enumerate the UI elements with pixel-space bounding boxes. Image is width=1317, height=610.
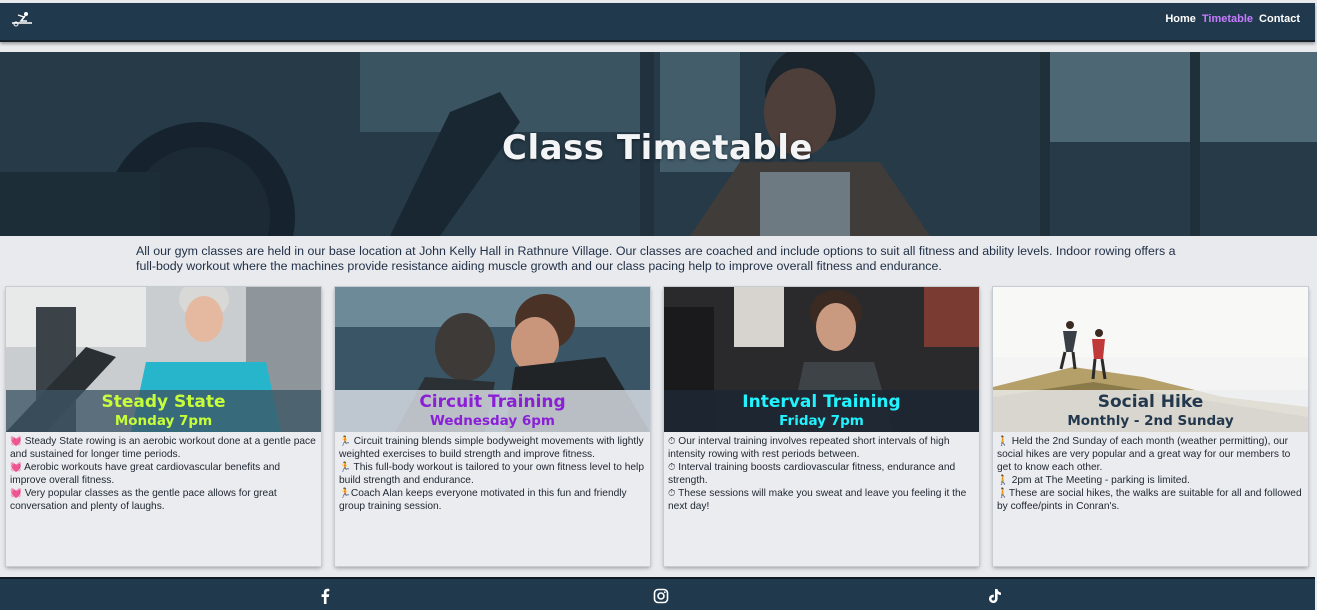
class-time: Friday 7pm [779,413,864,429]
class-description-line: This full-body workout is tailored to yo… [339,462,644,486]
class-time: Monday 7pm [114,413,213,429]
rower-icon[interactable] [11,11,33,27]
heart-pulse-icon: 💓 [10,436,22,447]
class-description-line: Very popular classes as the gentle pace … [10,488,277,512]
runner-icon: 🏃 [339,488,351,499]
class-description-line: Our interval training involves repeated … [668,436,950,460]
stopwatch-icon: ⏱ [668,436,676,447]
class-description: ⏱ Our interval training involves repeate… [668,435,974,513]
class-card-header: Circuit Training Wednesday 6pm [335,390,650,432]
class-time: Monthly - 2nd Sunday [1067,413,1234,429]
class-description-line: Held the 2nd Sunday of each month (weath… [997,436,1291,473]
class-description: 🏃 Circuit training blends simple bodywei… [339,435,645,513]
class-name: Interval Training [742,392,901,412]
class-card-steady-state: Steady State Monday 7pm 💓 Steady State r… [6,287,321,566]
runner-icon: 🏃 [339,436,351,447]
stopwatch-icon: ⏱ [668,488,676,499]
runner-icon: 🏃 [339,462,351,473]
class-card-header: Steady State Monday 7pm [6,390,321,432]
class-description: 🚶 Held the 2nd Sunday of each month (wea… [997,435,1303,513]
class-card-header: Interval Training Friday 7pm [664,390,979,432]
class-description-line: These sessions will make you sweat and l… [668,488,967,512]
class-time: Wednesday 6pm [429,413,555,429]
tiktok-icon[interactable] [987,588,1003,604]
class-description: 💓 Steady State rowing is an aerobic work… [10,435,316,513]
class-description-line: These are social hikes, the walks are su… [997,488,1302,512]
nav-link-home[interactable]: Home [1165,13,1196,25]
class-description-line: 2pm at The Meeting - parking is limited. [1011,475,1190,486]
class-name: Circuit Training [419,392,566,412]
hiker-icon: 🚶 [997,436,1009,447]
class-description-line: Coach Alan keeps everyone motivated in t… [339,488,627,512]
class-description-line: Circuit training blends simple bodyweigh… [339,436,644,460]
instagram-icon[interactable] [653,588,669,604]
stopwatch-icon: ⏱ [668,462,676,473]
heart-pulse-icon: 💓 [10,462,22,473]
class-description-line: Aerobic workouts have great cardiovascul… [10,462,281,486]
intro-paragraph: All our gym classes are held in our base… [136,244,1176,273]
class-card-social-hike: Social Hike Monthly - 2nd Sunday 🚶 Held … [993,287,1308,566]
class-card-interval-training: Interval Training Friday 7pm ⏱ Our inter… [664,287,979,566]
class-name: Steady State [101,392,226,412]
top-navbar: Home Timetable Contact [0,3,1315,42]
footer [0,577,1315,610]
facebook-icon[interactable] [317,588,333,604]
page-title: Class Timetable [502,128,813,168]
hiker-icon: 🚶 [997,488,1009,499]
nav-link-contact[interactable]: Contact [1259,13,1300,25]
class-description-line: Interval training boosts cardiovascular … [668,462,956,486]
hero-banner: Class Timetable [0,52,1317,236]
nav-link-timetable[interactable]: Timetable [1202,13,1253,25]
class-card-circuit-training: Circuit Training Wednesday 6pm 🏃 Circuit… [335,287,650,566]
hiker-icon: 🚶 [997,475,1009,486]
class-description-line: Steady State rowing is an aerobic workou… [10,436,316,460]
class-name: Social Hike [1097,392,1204,412]
heart-pulse-icon: 💓 [10,488,22,499]
class-card-header: Social Hike Monthly - 2nd Sunday [993,390,1308,432]
